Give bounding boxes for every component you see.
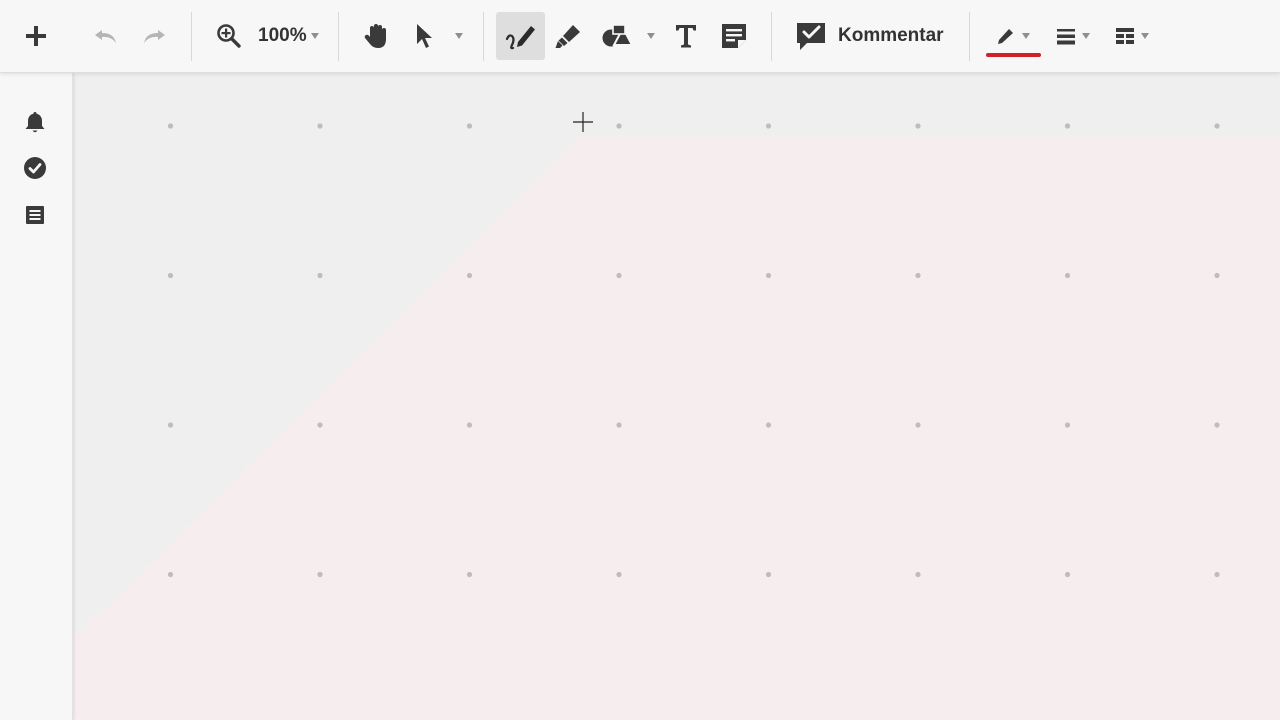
undo-icon xyxy=(95,30,116,43)
grid-dot xyxy=(1214,571,1220,578)
layout-grid-icon xyxy=(1116,28,1134,44)
grid-dot xyxy=(167,422,174,428)
comment-check-icon xyxy=(797,23,825,50)
text-icon xyxy=(676,25,696,48)
grid-dot xyxy=(616,272,622,279)
sticky-note-button[interactable] xyxy=(714,12,754,60)
grid-dot xyxy=(317,422,323,428)
separator xyxy=(191,12,192,61)
pen-freehand-icon xyxy=(505,26,535,50)
grid-dot xyxy=(765,422,772,428)
bell-icon[interactable] xyxy=(23,110,47,134)
shapes-icon xyxy=(602,24,633,47)
grid-dot xyxy=(616,123,622,129)
grid-dot xyxy=(1214,123,1220,129)
grid-dot xyxy=(466,571,473,578)
separator xyxy=(483,12,484,61)
grid-dot xyxy=(765,571,772,578)
check-circle-icon[interactable] xyxy=(23,156,47,180)
line-width-button[interactable] xyxy=(1053,12,1079,60)
grid-dot xyxy=(616,571,622,578)
pointer-icon xyxy=(417,24,432,48)
grid-dot xyxy=(915,123,921,129)
grid-dot xyxy=(167,571,174,578)
layout-dropdown-caret[interactable] xyxy=(1141,33,1149,39)
grid-dot xyxy=(915,571,921,578)
pen-tool-button[interactable] xyxy=(496,12,545,60)
grid-dot xyxy=(167,123,174,129)
toolbar: 100% Kommentar xyxy=(0,0,1280,73)
grid-dot xyxy=(765,123,772,129)
redo-button[interactable] xyxy=(134,12,174,60)
layout-button[interactable] xyxy=(1112,12,1138,60)
select-button[interactable] xyxy=(404,12,444,60)
pen-color-dropdown-caret[interactable] xyxy=(1022,33,1030,39)
grid-dot xyxy=(466,272,473,279)
grid-dot xyxy=(317,571,323,578)
canvas-surface[interactable] xyxy=(73,72,1280,720)
grid-dot xyxy=(167,272,174,279)
grid-dot xyxy=(765,272,772,279)
crosshair-cursor xyxy=(573,112,593,132)
grid-dot xyxy=(317,123,323,129)
separator xyxy=(969,12,970,61)
grid-dot xyxy=(1214,272,1220,279)
grid-dot xyxy=(1064,571,1071,578)
pencil-icon xyxy=(998,29,1013,44)
undo-button[interactable] xyxy=(86,12,126,60)
highlighter-icon xyxy=(555,25,580,48)
line-width-dropdown-caret[interactable] xyxy=(1082,33,1090,39)
list-icon[interactable] xyxy=(23,203,47,227)
grid-dot xyxy=(616,422,622,428)
hand-icon xyxy=(364,24,386,48)
zoom-dropdown-caret[interactable] xyxy=(311,33,319,39)
select-dropdown-caret[interactable] xyxy=(455,33,463,39)
drawing-canvas[interactable] xyxy=(73,72,1280,720)
sticky-note-icon xyxy=(722,24,746,48)
sidebar xyxy=(0,72,73,720)
pen-color-indicator xyxy=(986,53,1041,57)
page-area xyxy=(73,136,1280,720)
text-tool-button[interactable] xyxy=(666,12,706,60)
add-button[interactable] xyxy=(16,12,56,60)
redo-icon xyxy=(144,30,165,43)
grid-dot xyxy=(1064,422,1071,428)
highlighter-button[interactable] xyxy=(548,12,588,60)
grid-dot xyxy=(1064,123,1071,129)
pan-button[interactable] xyxy=(356,12,396,60)
grid-dot xyxy=(915,272,921,279)
grid-dot xyxy=(466,123,473,129)
grid-dot xyxy=(1214,422,1220,428)
comment-button[interactable] xyxy=(790,12,832,60)
line-width-icon xyxy=(1057,29,1075,45)
grid-dot xyxy=(1064,272,1071,279)
plus-icon xyxy=(26,26,46,46)
zoom-level[interactable]: 100% xyxy=(258,25,307,47)
shapes-button[interactable] xyxy=(597,12,637,60)
grid-dot xyxy=(317,272,323,279)
separator xyxy=(338,12,339,61)
zoom-button[interactable] xyxy=(210,12,248,60)
zoom-in-icon xyxy=(217,24,241,48)
separator xyxy=(771,12,772,61)
comment-label[interactable]: Kommentar xyxy=(838,25,944,47)
grid-dot xyxy=(466,422,473,428)
grid-dot xyxy=(915,422,921,428)
shapes-dropdown-caret[interactable] xyxy=(647,33,655,39)
